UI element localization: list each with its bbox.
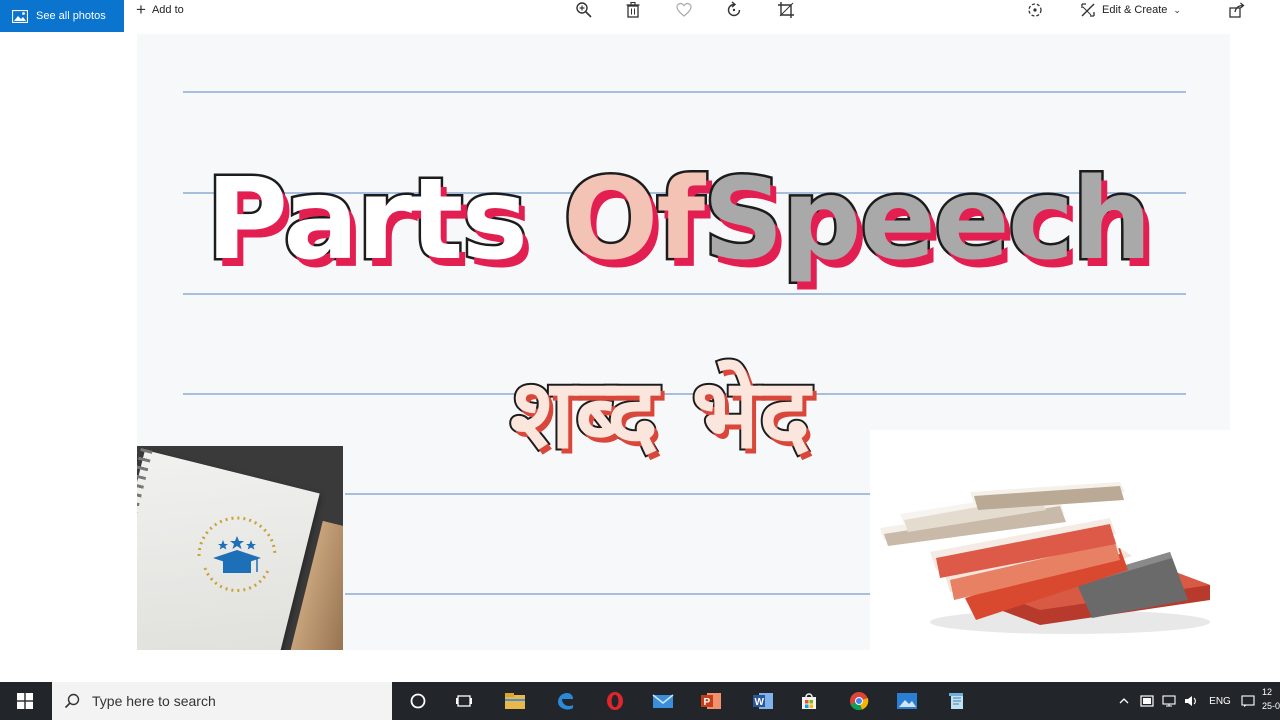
edit-create-label: Edit & Create: [1102, 4, 1168, 16]
chevron-down-icon: ⌄: [1173, 4, 1181, 15]
ruled-line: [345, 593, 870, 595]
notebook-photo: [137, 446, 343, 650]
ruled-line: [345, 493, 870, 495]
network-icon[interactable]: [1160, 682, 1178, 720]
clock-date: 25-06: [1262, 701, 1280, 711]
start-button[interactable]: [0, 682, 50, 720]
notepad-icon[interactable]: [934, 682, 980, 720]
title-parts-of-speech: Parts OfSpeech: [148, 153, 1208, 288]
photos-icon[interactable]: [884, 682, 930, 720]
mail-icon[interactable]: [640, 682, 686, 720]
clock-time: 12: [1262, 687, 1273, 697]
edit-create-button[interactable]: Edit & Create ⌄: [1080, 0, 1181, 20]
crop-icon[interactable]: [775, 0, 797, 20]
opera-icon[interactable]: [592, 682, 638, 720]
add-to-label: Add to: [151, 4, 184, 16]
rotate-icon[interactable]: [723, 0, 745, 20]
title-word-of: Of: [561, 153, 708, 288]
language-indicator[interactable]: ENG: [1206, 682, 1234, 720]
books-stack-image: [870, 430, 1230, 650]
see-all-photos-label: See all photos: [36, 10, 106, 22]
title-word-parts: Parts: [204, 153, 564, 288]
search-icon: [64, 693, 80, 709]
photos-toolbar: See all photos + Add to Edit & Create ⌄: [0, 0, 1280, 32]
enhance-icon[interactable]: [1024, 0, 1046, 20]
plus-icon: +: [136, 0, 146, 19]
institute-logo-icon: [197, 516, 277, 593]
windows-taskbar: P W ENG: [0, 682, 1280, 720]
add-to-button[interactable]: + Add to: [136, 0, 184, 20]
books-illustration: [880, 482, 1210, 634]
delete-icon[interactable]: [622, 0, 644, 20]
ruled-line: [183, 293, 1186, 295]
chevron-up-icon[interactable]: [1116, 682, 1132, 720]
word-icon[interactable]: W: [740, 682, 786, 720]
powerpoint-icon[interactable]: P: [688, 682, 734, 720]
chrome-icon[interactable]: [836, 682, 882, 720]
taskbar-clock[interactable]: 12 25-06: [1262, 685, 1280, 717]
store-icon[interactable]: [786, 682, 832, 720]
cortana-icon[interactable]: [395, 682, 441, 720]
see-all-photos-button[interactable]: See all photos: [0, 0, 124, 32]
title-word-speech: Speech: [701, 153, 1155, 288]
search-input[interactable]: [92, 693, 372, 709]
edit-create-icon: [1081, 3, 1095, 17]
ruled-line: [183, 91, 1186, 93]
zoom-in-icon[interactable]: [573, 0, 595, 20]
title-hindi-shabd-bhed: शब्द भेद: [508, 356, 812, 472]
task-view-icon[interactable]: [441, 682, 487, 720]
photos-icon: [12, 9, 28, 23]
volume-icon[interactable]: [1182, 682, 1200, 720]
share-icon[interactable]: [1226, 0, 1248, 20]
windows-logo-icon: [17, 693, 33, 709]
photos-app-window: See all photos + Add to Edit & Create ⌄: [0, 0, 1280, 720]
svg-text:W: W: [755, 697, 765, 708]
svg-text:P: P: [704, 697, 711, 708]
notifications-icon[interactable]: [1238, 682, 1258, 720]
taskbar-search-box[interactable]: [52, 682, 392, 720]
edge-icon[interactable]: [542, 682, 588, 720]
file-explorer-icon[interactable]: [492, 682, 538, 720]
favorite-icon[interactable]: [673, 0, 695, 20]
tablet-mode-icon[interactable]: [1138, 682, 1156, 720]
